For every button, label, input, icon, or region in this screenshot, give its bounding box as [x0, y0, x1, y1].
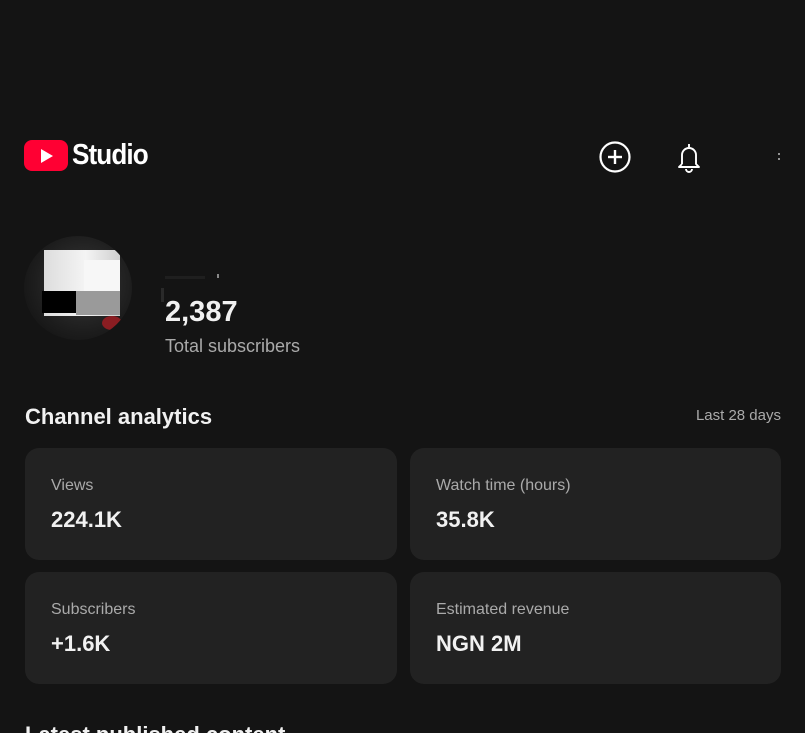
revenue-card[interactable]: Estimated revenue NGN 2M: [410, 572, 781, 684]
avatar-redaction: [42, 291, 76, 313]
channel-avatar[interactable]: [24, 236, 132, 340]
latest-content-title: Latest published content: [25, 722, 285, 733]
date-range-label[interactable]: Last 28 days: [696, 407, 781, 424]
subscriber-label: Total subscribers: [165, 336, 301, 356]
notifications-icon[interactable]: [672, 140, 706, 174]
views-card[interactable]: Views 224.1K: [25, 448, 397, 560]
watch-time-card[interactable]: Watch time (hours) 35.8K: [410, 448, 781, 560]
avatar-redaction: [76, 291, 120, 315]
section-title: Channel analytics: [25, 404, 213, 429]
logo-text: Studio: [72, 139, 149, 171]
card-label: Watch time (hours): [436, 477, 571, 494]
app-header: Studio: [24, 138, 784, 178]
channel-name-redacted: [161, 262, 225, 302]
card-value: 224.1K: [51, 507, 122, 532]
more-vertical-icon[interactable]: [762, 140, 796, 174]
card-label: Subscribers: [51, 601, 136, 618]
create-icon[interactable]: [598, 140, 632, 174]
subscribers-card[interactable]: Subscribers +1.6K: [25, 572, 397, 684]
card-value: 35.8K: [436, 507, 495, 532]
avatar-detail: [102, 316, 122, 330]
card-label: Views: [51, 477, 94, 494]
card-value: +1.6K: [51, 631, 111, 656]
youtube-studio-logo[interactable]: Studio: [24, 139, 156, 172]
studio-dashboard: Studio 2,387 Total subscribers Channel a…: [0, 0, 805, 733]
card-label: Estimated revenue: [436, 601, 570, 618]
youtube-play-icon: [24, 140, 68, 171]
card-value: NGN 2M: [436, 631, 522, 656]
subscriber-count: 2,387: [165, 296, 238, 328]
